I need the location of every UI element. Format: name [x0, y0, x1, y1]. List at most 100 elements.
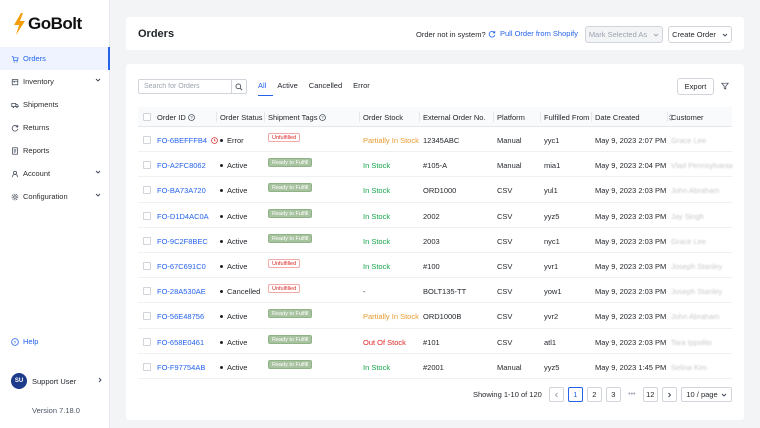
- mark-selected-as-dropdown[interactable]: Mark Selected As: [585, 26, 663, 43]
- table-row[interactable]: FO-6BEFFFB4 Error Unfulfilled Partially In …: [138, 127, 732, 153]
- tab-error[interactable]: Error: [353, 81, 377, 96]
- info-icon[interactable]: ?: [187, 114, 195, 121]
- order-id-cell[interactable]: FO-658E0461: [157, 338, 204, 347]
- pull-order-from-shopify-link[interactable]: Pull Order from Shopify: [488, 29, 578, 38]
- order-id-link[interactable]: FO-67C691C0: [157, 262, 206, 271]
- sidebar-item-orders[interactable]: Orders: [0, 47, 110, 70]
- user-menu[interactable]: SU Support User: [11, 373, 103, 389]
- info-icon[interactable]: ?: [319, 114, 327, 121]
- page-1-button[interactable]: 1: [567, 387, 583, 402]
- tab-all[interactable]: All: [258, 81, 274, 96]
- tab-active[interactable]: Active: [277, 81, 304, 96]
- row-checkbox[interactable]: [143, 261, 151, 270]
- order-status-label: Active: [227, 161, 248, 171]
- row-checkbox[interactable]: [143, 236, 151, 245]
- export-label: Export: [684, 82, 707, 91]
- row-checkbox[interactable]: [143, 337, 151, 346]
- order-id-link[interactable]: FO-6BEFFFB4: [157, 136, 207, 145]
- sidebar-item-reports[interactable]: Reports: [0, 139, 110, 162]
- order-id-cell[interactable]: FO-BA73A720: [157, 186, 206, 195]
- table-row[interactable]: FO-BA73A720 Active Ready to Fulfill In Stoc…: [138, 177, 732, 203]
- date-created-cell: May 9, 2023 2:04 PM: [595, 161, 667, 171]
- row-checkbox[interactable]: [143, 186, 151, 195]
- order-id-link[interactable]: FO-9C2F8BEC: [157, 237, 208, 246]
- platform-cell: CSV: [497, 186, 513, 196]
- select-all-checkbox[interactable]: [143, 113, 151, 121]
- table-row[interactable]: FO-9C2F8BEC Active Ready to Fulfill In Stoc…: [138, 228, 732, 253]
- sidebar-item-account[interactable]: Account: [0, 162, 110, 185]
- col-external-order-no: External Order No.: [419, 112, 486, 122]
- shipment-tag-badge: Ready to Fulfill: [268, 309, 313, 319]
- order-id-link[interactable]: FO-56E48756: [157, 312, 204, 321]
- order-stock-cell: -: [363, 287, 366, 297]
- order-id-cell[interactable]: FO-A2FC8062: [157, 161, 206, 170]
- order-stock-cell: In Stock: [363, 211, 391, 221]
- external-order-no-cell: ORD1000B: [423, 312, 462, 322]
- row-checkbox[interactable]: [143, 362, 151, 371]
- row-checkbox[interactable]: [143, 161, 151, 170]
- row-checkbox[interactable]: [143, 287, 151, 296]
- order-id-cell[interactable]: FO-28A530AE: [157, 287, 206, 296]
- table-row[interactable]: FO-56E48756 Active Ready to Fulfill Partial…: [138, 303, 732, 329]
- page-12-button[interactable]: 12: [642, 387, 658, 402]
- order-status-cell: Active: [220, 161, 247, 170]
- table-row[interactable]: FO-28A530AE Cancelled Unfulfilled - BOLT135-…: [138, 278, 732, 304]
- order-id-link[interactable]: FO-28A530AE: [157, 287, 206, 296]
- table-row[interactable]: FO-D1D4AC0A Active Ready to Fulfill In Stoc…: [138, 203, 732, 228]
- sidebar-item-configuration[interactable]: Configuration: [0, 185, 110, 208]
- order-id-cell[interactable]: FO-67C691C0: [157, 262, 206, 271]
- col-date-created[interactable]: Date Created: [591, 112, 674, 122]
- order-status-cell: Active: [220, 262, 247, 271]
- shipment-tag-badge: Ready to Fulfill: [268, 183, 313, 193]
- pagination-ellipsis[interactable]: •••: [625, 391, 639, 398]
- table-row[interactable]: FO-F97754AB Active Ready to Fulfill In Stoc…: [138, 354, 732, 379]
- export-button[interactable]: Export: [677, 78, 714, 95]
- order-status-cell: Active: [220, 237, 247, 246]
- external-order-no-cell: 2002: [423, 211, 440, 221]
- sidebar-nav: Orders Inventory Shipments Returns Reports Ac…: [0, 47, 110, 208]
- tab-cancelled[interactable]: Cancelled: [309, 81, 349, 96]
- sidebar-item-label: Returns: [23, 123, 50, 132]
- sidebar-item-inventory[interactable]: Inventory: [0, 70, 110, 93]
- sidebar-item-returns[interactable]: Returns: [0, 116, 110, 139]
- order-id-link[interactable]: FO-658E0461: [157, 338, 204, 347]
- page-size-select[interactable]: 10 / page: [681, 387, 732, 402]
- table-row[interactable]: FO-67C691C0 Active Unfulfilled In Stock #100…: [138, 253, 732, 279]
- fulfilled-from-cell: nyc1: [544, 236, 560, 246]
- order-status-cell: Active: [220, 338, 247, 347]
- pull-order-label: Pull Order from Shopify: [500, 29, 578, 38]
- order-id-link[interactable]: FO-D1D4AC0A: [157, 212, 209, 221]
- pagination: Showing 1-10 of 120 1 2 3 ••• 12: [473, 387, 677, 402]
- customer-cell: Selina Kim: [671, 362, 707, 372]
- search-input[interactable]: [139, 80, 231, 93]
- order-id-cell[interactable]: FO-D1D4AC0A: [157, 212, 209, 221]
- sidebar-item-shipments[interactable]: Shipments: [0, 93, 110, 116]
- returns-icon: [11, 124, 19, 131]
- search-button[interactable]: [231, 80, 246, 93]
- row-checkbox[interactable]: [143, 312, 151, 321]
- row-checkbox[interactable]: [143, 211, 151, 220]
- order-id-cell[interactable]: FO-6BEFFFB4: [157, 136, 218, 145]
- row-checkbox[interactable]: [143, 136, 151, 144]
- table-row[interactable]: FO-A2FC8062 Active Ready to Fulfill In Stoc…: [138, 152, 733, 178]
- page-2-button[interactable]: 2: [586, 387, 602, 402]
- platform-cell: Manual: [497, 362, 522, 372]
- order-id-cell[interactable]: FO-9C2F8BEC: [157, 237, 208, 246]
- order-id-link[interactable]: FO-A2FC8062: [157, 161, 206, 170]
- prev-page-button[interactable]: [548, 387, 564, 402]
- status-dot: [220, 139, 223, 142]
- create-order-dropdown[interactable]: Create Order: [668, 26, 732, 43]
- order-id-cell[interactable]: FO-F97754AB: [157, 363, 205, 372]
- date-created-cell: May 9, 2023 1:45 PM: [595, 362, 667, 372]
- order-id-link[interactable]: FO-BA73A720: [157, 186, 206, 195]
- filter-icon[interactable]: [721, 82, 729, 90]
- table-row[interactable]: FO-658E0461 Active Ready to Fulfill Out Of …: [138, 329, 732, 354]
- next-page-button[interactable]: [661, 387, 677, 402]
- col-order-id: Order ID ?: [157, 113, 195, 122]
- help-link[interactable]: ? Help: [11, 337, 38, 346]
- order-id-link[interactable]: FO-F97754AB: [157, 363, 205, 372]
- page-3-button[interactable]: 3: [605, 387, 621, 402]
- order-id-cell[interactable]: FO-56E48756: [157, 312, 204, 321]
- gobolt-logo[interactable]: GoBolt: [12, 13, 82, 35]
- help-icon: ?: [11, 337, 19, 345]
